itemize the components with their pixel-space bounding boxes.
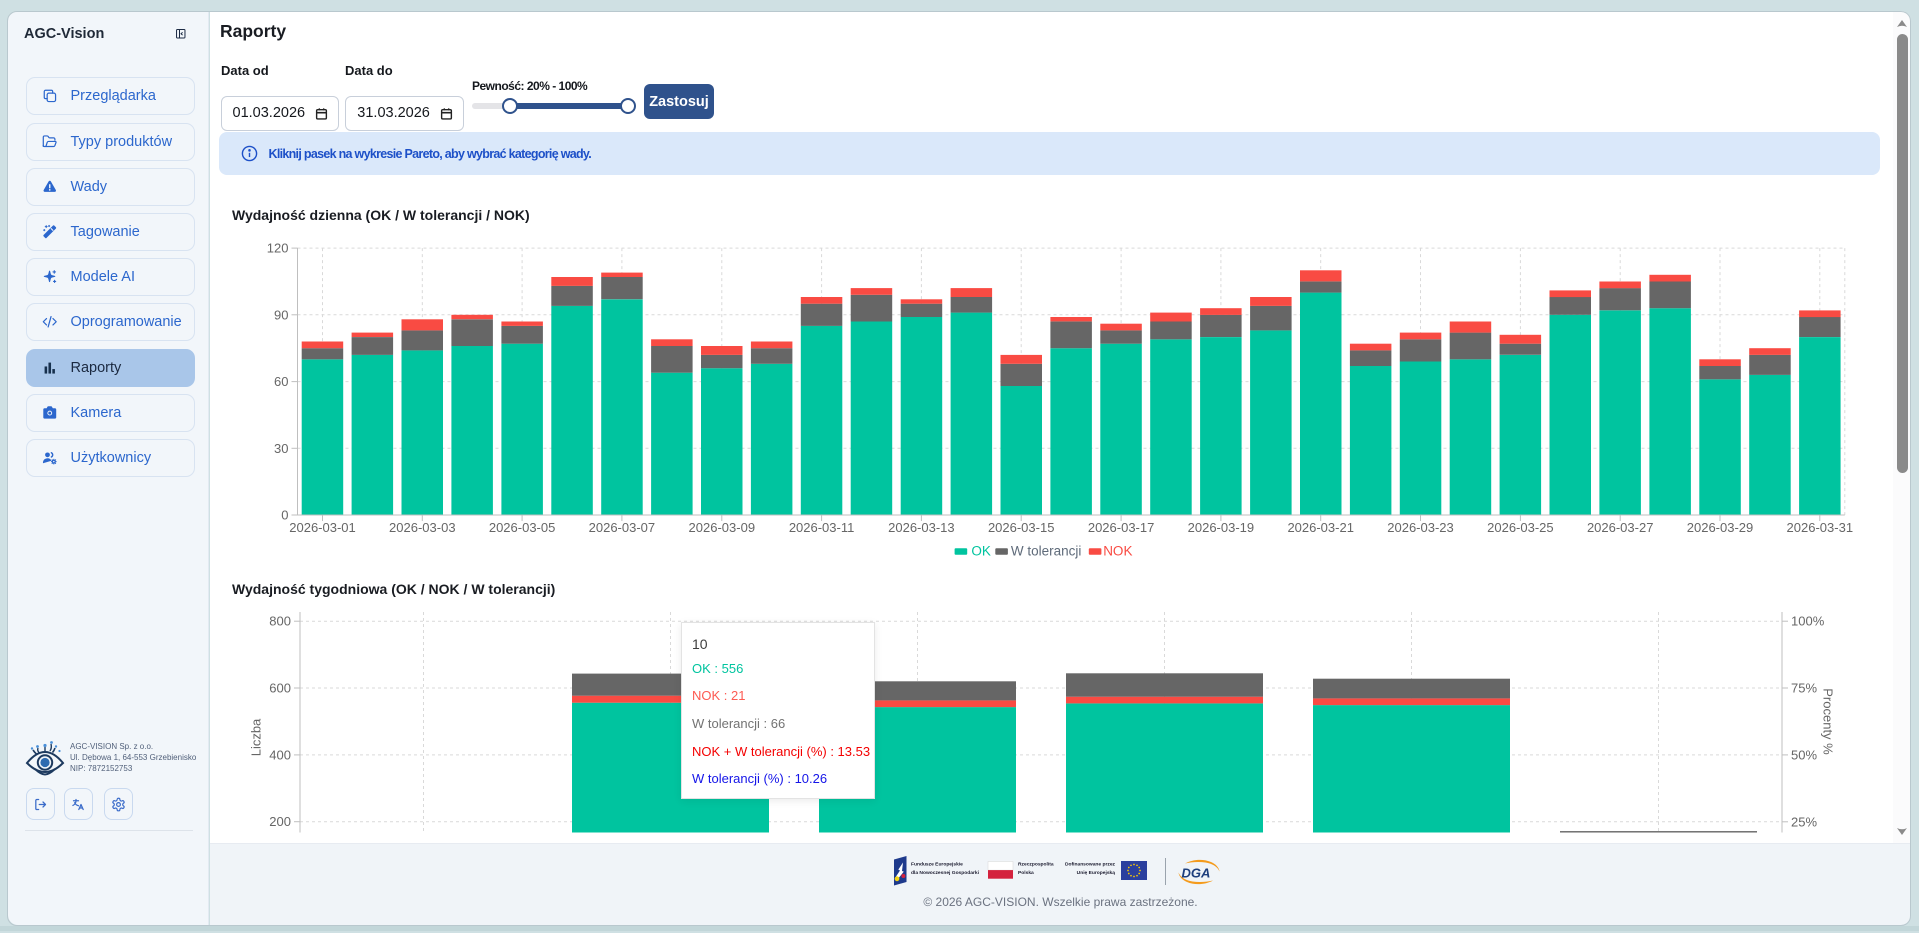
svg-text:2026-03-27: 2026-03-27 <box>1587 520 1654 535</box>
svg-text:2026-03-19: 2026-03-19 <box>1188 520 1255 535</box>
svg-text:OK: OK <box>971 544 991 559</box>
svg-text:2026-03-15: 2026-03-15 <box>988 520 1055 535</box>
svg-text:2026-03-11: 2026-03-11 <box>789 520 855 535</box>
svg-text:2026-03-23: 2026-03-23 <box>1387 520 1454 535</box>
svg-text:DGA: DGA <box>1182 866 1211 881</box>
svg-text:0: 0 <box>281 508 288 523</box>
svg-text:2026-03-13: 2026-03-13 <box>888 520 955 535</box>
svg-text:60: 60 <box>274 374 288 389</box>
svg-text:Dofinansowane przez: Dofinansowane przez <box>1065 862 1116 868</box>
svg-text:2026-03-03: 2026-03-03 <box>389 520 456 535</box>
svg-text:600: 600 <box>269 681 291 696</box>
svg-text:100%: 100% <box>1791 614 1825 629</box>
svg-text:90: 90 <box>274 307 288 322</box>
svg-text:50%: 50% <box>1791 747 1817 762</box>
svg-text:Unię Europejską: Unię Europejską <box>1077 870 1116 876</box>
svg-text:Rzeczpospolita: Rzeczpospolita <box>1018 862 1054 868</box>
svg-text:200: 200 <box>269 814 291 829</box>
svg-text:NOK: NOK <box>1103 544 1132 559</box>
svg-text:2026-03-31: 2026-03-31 <box>1787 520 1854 535</box>
svg-text:400: 400 <box>269 747 291 762</box>
svg-text:Polska: Polska <box>1018 870 1034 876</box>
svg-text:2026-03-05: 2026-03-05 <box>489 520 556 535</box>
svg-text:2026-03-01: 2026-03-01 <box>289 520 356 535</box>
svg-text:800: 800 <box>269 614 291 629</box>
svg-text:2026-03-21: 2026-03-21 <box>1287 520 1354 535</box>
svg-text:120: 120 <box>267 241 289 256</box>
svg-text:30: 30 <box>274 441 288 456</box>
svg-text:2026-03-25: 2026-03-25 <box>1487 520 1554 535</box>
svg-text:2026-03-07: 2026-03-07 <box>589 520 656 535</box>
svg-text:2026-03-29: 2026-03-29 <box>1687 520 1754 535</box>
svg-text:W tolerancji: W tolerancji <box>1011 544 1082 559</box>
svg-text:75%: 75% <box>1791 681 1817 696</box>
svg-text:dla Nowoczesnej Gospodarki: dla Nowoczesnej Gospodarki <box>911 870 980 876</box>
svg-text:2026-03-17: 2026-03-17 <box>1088 520 1155 535</box>
svg-text:25%: 25% <box>1791 814 1817 829</box>
svg-text:2026-03-09: 2026-03-09 <box>689 520 756 535</box>
svg-text:Fundusze Europejskie: Fundusze Europejskie <box>911 862 963 868</box>
